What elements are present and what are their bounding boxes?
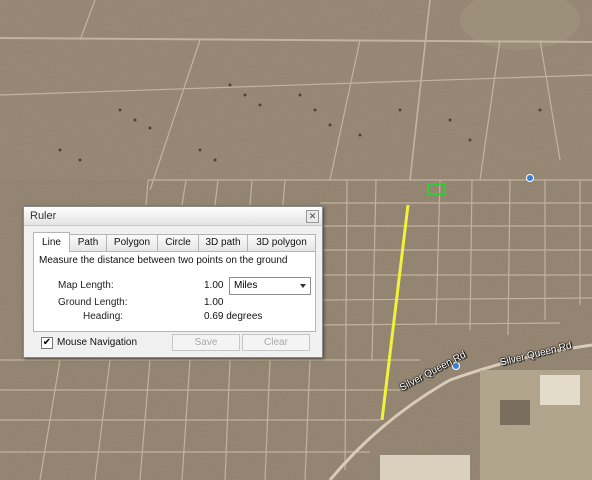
chevron-down-icon (300, 284, 306, 288)
dialog-title: Ruler (30, 210, 57, 222)
map-length-value: 1.00 (204, 280, 224, 291)
description-text: Measure the distance between two points … (39, 255, 288, 266)
ground-length-value: 1.00 (204, 297, 224, 308)
tab-3d-polygon[interactable]: 3D polygon (247, 234, 316, 251)
tab-polygon[interactable]: Polygon (106, 234, 158, 251)
unit-select[interactable]: Miles (229, 277, 311, 295)
line-panel: Measure the distance between two points … (33, 251, 316, 332)
tab-circle[interactable]: Circle (157, 234, 199, 251)
tab-line[interactable]: Line (33, 232, 70, 252)
heading-value: 0.69 degrees (204, 311, 263, 322)
map-length-label: Map Length: (58, 280, 114, 291)
heading-label: Heading: (83, 311, 124, 322)
mouse-navigation-checkbox[interactable]: ✔ (41, 337, 53, 349)
clear-button[interactable]: Clear (242, 334, 310, 351)
ruler-titlebar[interactable]: Ruler ✕ (24, 207, 322, 226)
close-icon[interactable]: ✕ (306, 210, 319, 223)
mouse-navigation-label[interactable]: Mouse Navigation (57, 337, 137, 348)
save-button[interactable]: Save (172, 334, 240, 351)
location-pin-icon[interactable] (526, 174, 534, 182)
ground-length-label: Ground Length: (58, 297, 128, 308)
tab-path[interactable]: Path (69, 234, 107, 251)
unit-selected: Miles (234, 280, 258, 291)
tab-3d-path[interactable]: 3D path (198, 234, 248, 251)
ruler-dialog[interactable]: Ruler ✕ Line Path Polygon Circle 3D path… (23, 206, 323, 358)
